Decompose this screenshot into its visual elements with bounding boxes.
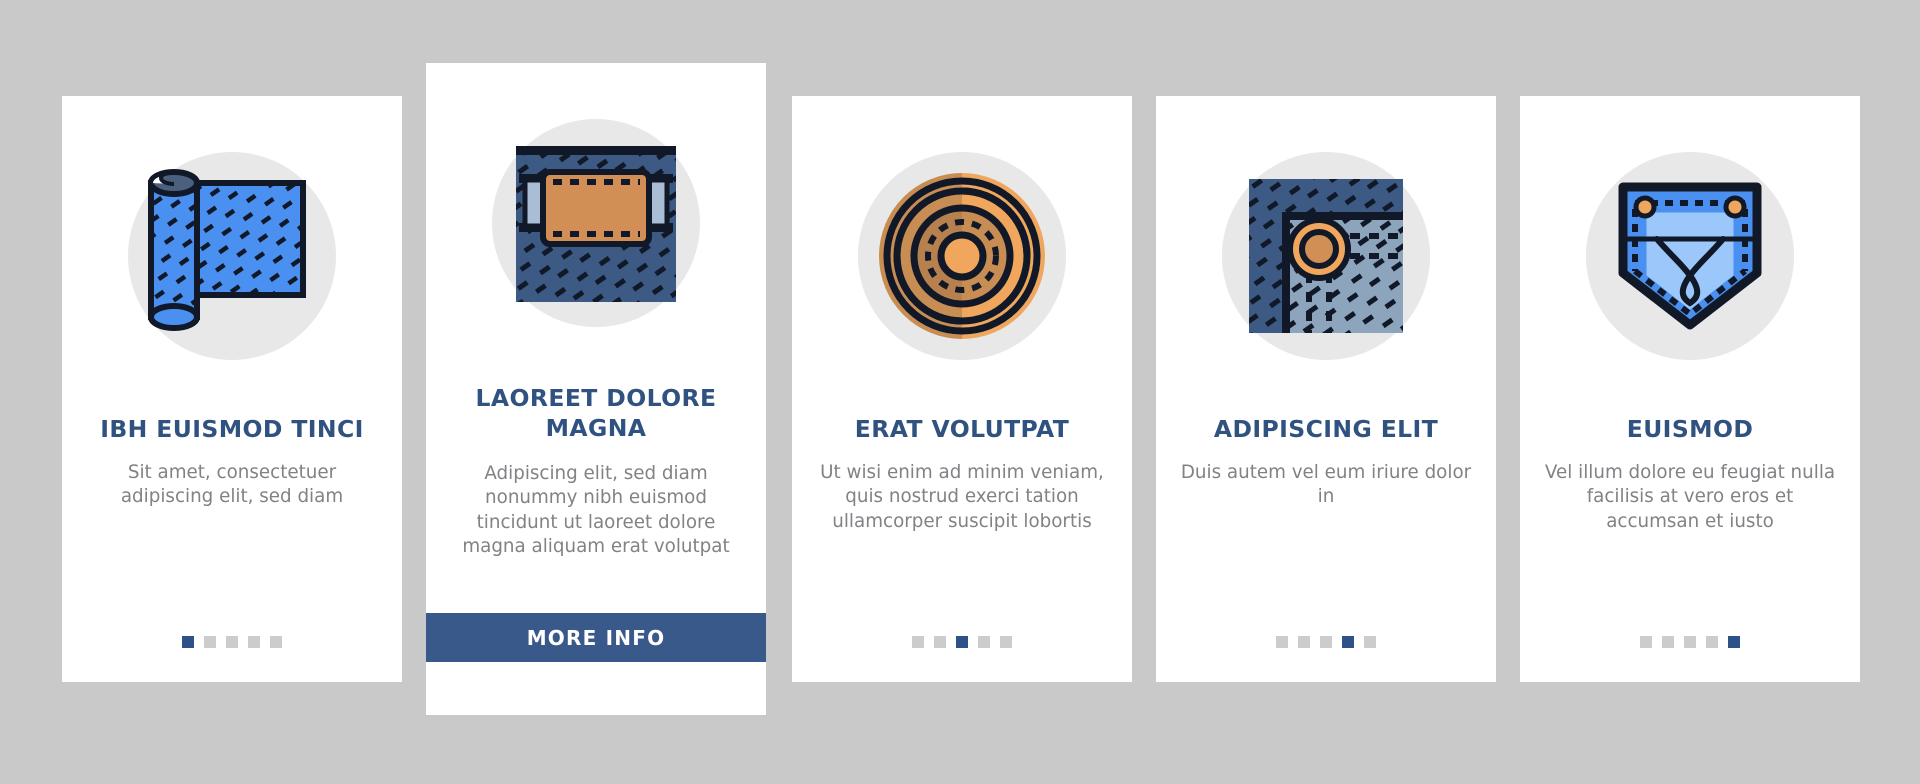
denim-patch-label-illustration [516,146,676,302]
pagination-dot[interactable] [1728,636,1740,648]
pagination-dot[interactable] [1276,636,1288,648]
jeans-pocket-drop-illustration [1618,182,1762,330]
onboarding-card-2[interactable]: LAOREET DOLORE MAGNA Adipiscing elit, se… [426,63,766,715]
pagination-dot[interactable] [204,636,216,648]
pagination-dot[interactable] [1662,636,1674,648]
card-title: ERAT VOLUTPAT [854,415,1070,443]
pagination-dot[interactable] [1000,636,1012,648]
pagination-dot[interactable] [1364,636,1376,648]
fabric-roll-icon [102,126,362,386]
thread-spool-spiral-icon [832,126,1092,386]
pagination-dot[interactable] [226,636,238,648]
pagination-dot[interactable] [1684,636,1696,648]
more-info-button[interactable]: MORE INFO [426,613,766,662]
denim-rivet-button-icon [1196,126,1456,386]
pagination-dot[interactable] [1342,636,1354,648]
pagination-dot[interactable] [248,636,260,648]
pagination-dot[interactable] [182,636,194,648]
pagination-dot[interactable] [1320,636,1332,648]
card-body-text: Sit amet, consectetuer adipiscing elit, … [120,462,344,508]
pagination-dots-4[interactable] [1276,636,1376,648]
card-title: LAOREET DOLORE MAGNA [475,384,717,443]
card-title: IBH EUISMOD TINCI [100,415,364,443]
onboarding-card-5[interactable]: EUISMOD Vel illum dolore eu feugiat null… [1520,96,1860,682]
card-body-text: Duis autem vel eum iriure dolor in [1180,462,1472,508]
denim-rivet-button-illustration [1249,179,1403,333]
thread-spool-spiral-illustration [879,173,1045,339]
card-title: EUISMOD [1626,415,1754,443]
card-body-text: Adipiscing elit, sed diam nonummy nibh e… [462,463,730,558]
fabric-roll-illustration [148,169,306,331]
pagination-dot[interactable] [912,636,924,648]
onboarding-card-3[interactable]: ERAT VOLUTPAT Ut wisi enim ad minim veni… [792,96,1132,682]
pagination-dots-5[interactable] [1640,636,1740,648]
onboarding-screens-stage: IBH EUISMOD TINCI Sit amet, consectetuer… [0,0,1920,784]
pagination-dots-1[interactable] [182,636,282,648]
card-body-text: Vel illum dolore eu feugiat nulla facili… [1544,462,1836,532]
pagination-dot[interactable] [956,636,968,648]
pagination-dot[interactable] [1640,636,1652,648]
pagination-dot[interactable] [1298,636,1310,648]
card-body-text: Ut wisi enim ad minim veniam, quis nostr… [820,462,1104,532]
pagination-dot[interactable] [270,636,282,648]
onboarding-card-4[interactable]: ADIPISCING ELIT Duis autem vel eum iriur… [1156,96,1496,682]
pagination-dot[interactable] [934,636,946,648]
jeans-pocket-drop-icon [1560,126,1820,386]
card-title: ADIPISCING ELIT [1213,415,1439,443]
pagination-dots-3[interactable] [912,636,1012,648]
pagination-dot[interactable] [1706,636,1718,648]
denim-patch-label-icon [466,93,726,353]
onboarding-card-1[interactable]: IBH EUISMOD TINCI Sit amet, consectetuer… [62,96,402,682]
pagination-dot[interactable] [978,636,990,648]
